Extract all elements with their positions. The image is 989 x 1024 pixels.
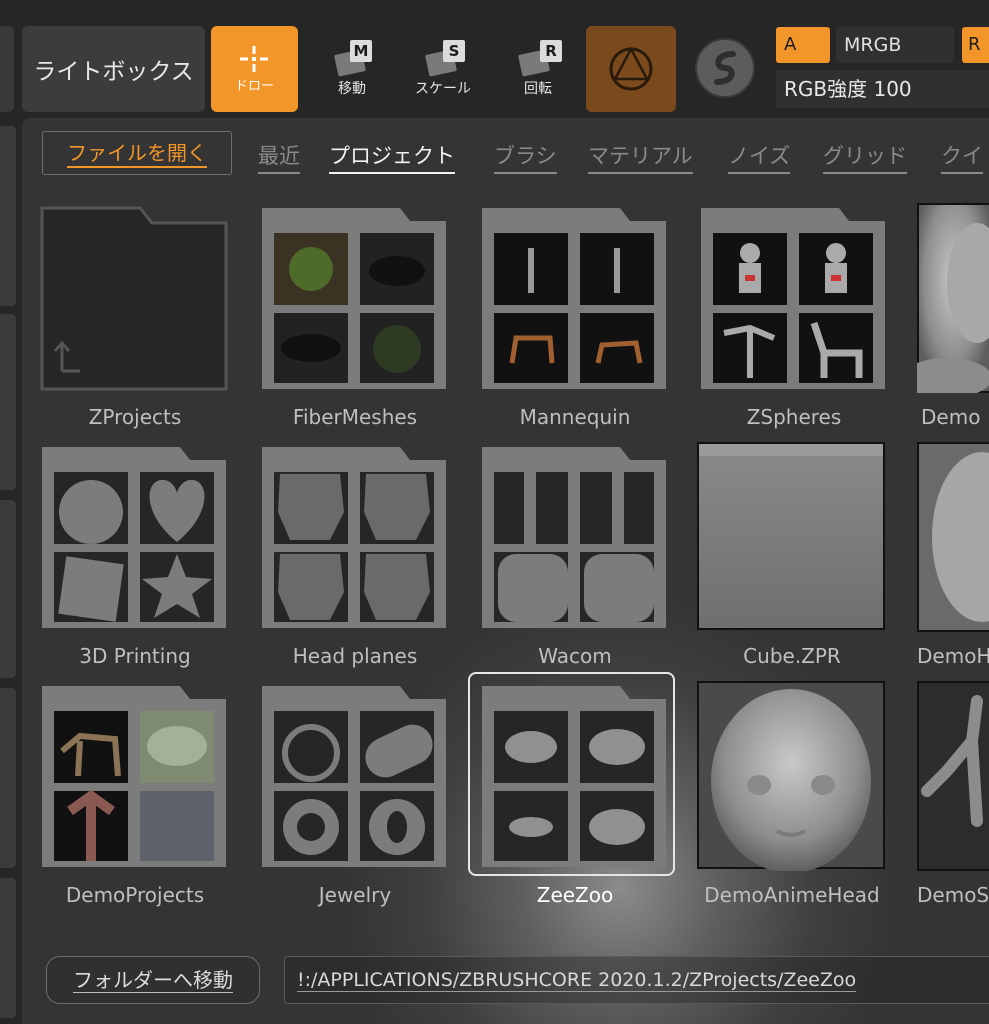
tab-materials[interactable]: マテリアル — [588, 140, 693, 174]
head-thumbnail — [917, 442, 989, 632]
scale-button-label: スケール — [415, 81, 471, 97]
folder-icon — [42, 447, 226, 628]
item-name: Mannequin — [519, 405, 631, 429]
go-to-folder-label: フォルダーへ移動 — [73, 968, 233, 993]
left-strip-segment[interactable] — [0, 126, 16, 306]
item-name: 3D Printing — [79, 644, 191, 668]
top-toolbar: ライトボックス ドロー M 移動 S スケール R 回転 A MRGB R RG… — [0, 0, 989, 118]
scale-button[interactable]: S スケール — [403, 36, 483, 102]
lightbox-button-label: ライトボックス — [33, 59, 194, 85]
sphere-s-icon — [695, 38, 755, 98]
item-head-planes[interactable]: Head planes — [260, 442, 450, 678]
move-key-badge: M — [350, 40, 372, 62]
current-path-field[interactable]: !:/APPLICATIONS/ZBRUSHCORE 2020.1.2/ZPro… — [284, 956, 989, 1004]
go-to-folder-button[interactable]: フォルダーへ移動 — [46, 956, 260, 1004]
item-name: DemoProjects — [65, 883, 205, 907]
folder-icon — [262, 447, 446, 628]
folder-icon — [482, 686, 666, 867]
folder-icon — [482, 208, 666, 389]
head-thumbnail — [917, 203, 989, 393]
item-demos[interactable]: DemoS — [917, 681, 989, 917]
draw-button-label: ドロー — [234, 79, 274, 94]
material-button[interactable] — [586, 26, 676, 112]
item-demoanimehead[interactable]: DemoAnimeHead — [697, 681, 887, 917]
material-sphere-icon — [609, 46, 653, 91]
folder-icon — [701, 208, 885, 389]
rotate-button[interactable]: R 回転 — [498, 36, 578, 102]
a-toggle-button[interactable]: A — [776, 27, 830, 63]
item-zspheres[interactable]: ZSpheres — [699, 203, 889, 439]
open-file-label: ファイルを開く — [67, 141, 207, 168]
rotate-button-label: 回転 — [524, 81, 552, 97]
brush-sphere-button[interactable] — [693, 36, 757, 100]
item-name: Head planes — [292, 644, 418, 668]
left-side-strip — [0, 118, 22, 1024]
left-strip-segment[interactable] — [0, 314, 16, 490]
item-name: Jewelry — [318, 883, 392, 907]
tab-projects[interactable]: プロジェクト — [329, 140, 455, 174]
item-demoh[interactable]: DemoH — [917, 442, 989, 678]
item-name: ZeeZoo — [536, 883, 614, 907]
current-path-text: !:/APPLICATIONS/ZBRUSHCORE 2020.1.2/ZPro… — [297, 969, 857, 992]
rotate-key-badge: R — [540, 40, 562, 62]
folder-icon — [42, 686, 226, 867]
item-wacom[interactable]: Wacom — [480, 442, 670, 678]
item-3d-printing[interactable]: 3D Printing — [40, 442, 230, 678]
item-name: Wacom — [538, 644, 612, 668]
item-name: Demo — [921, 405, 981, 429]
toolbar-left-stub[interactable] — [0, 26, 14, 112]
move-button[interactable]: M 移動 — [312, 36, 392, 102]
left-strip-segment[interactable] — [0, 878, 16, 1018]
item-fibermeshes[interactable]: FiberMeshes — [260, 203, 450, 439]
item-zprojects[interactable]: ZProjects — [40, 203, 230, 439]
item-demo[interactable]: Demo — [917, 203, 989, 439]
folder-icon — [40, 206, 228, 391]
scale-key-badge: S — [443, 40, 465, 62]
item-name: ZSpheres — [746, 405, 842, 429]
item-name: DemoS — [917, 883, 989, 907]
move-button-label: 移動 — [338, 81, 366, 97]
item-name: DemoH — [917, 644, 989, 668]
left-strip-segment[interactable] — [0, 500, 16, 678]
item-jewelry[interactable]: Jewelry — [260, 681, 450, 917]
tab-grid[interactable]: グリッド — [823, 140, 907, 174]
tab-noise[interactable]: ノイズ — [728, 140, 791, 174]
folder-icon — [262, 208, 446, 389]
cube-thumbnail — [697, 442, 885, 630]
head-thumbnail — [697, 681, 885, 871]
item-name: ZProjects — [88, 405, 182, 429]
item-cube-zpr[interactable]: Cube.ZPR — [697, 442, 887, 678]
left-strip-segment[interactable] — [0, 688, 16, 868]
mrgb-button[interactable]: MRGB — [836, 27, 954, 63]
tab-brushes[interactable]: ブラシ — [494, 140, 557, 174]
item-mannequin[interactable]: Mannequin — [480, 203, 670, 439]
open-file-button[interactable]: ファイルを開く — [42, 131, 232, 175]
r-toggle-button[interactable]: R — [962, 27, 989, 63]
folder-icon — [262, 686, 446, 867]
item-name: DemoAnimeHead — [704, 883, 880, 907]
tab-recent[interactable]: 最近 — [258, 140, 300, 174]
folder-icon — [482, 447, 666, 628]
lightbox-button[interactable]: ライトボックス — [22, 26, 205, 112]
item-name: Cube.ZPR — [743, 644, 841, 668]
body-thumbnail — [917, 681, 989, 871]
item-demoprojects[interactable]: DemoProjects — [40, 681, 230, 917]
draw-button[interactable]: ドロー — [211, 26, 298, 112]
item-name: FiberMeshes — [292, 405, 418, 429]
rgb-intensity-slider[interactable]: RGB強度 100 — [776, 70, 989, 108]
tab-quick[interactable]: クイ — [941, 140, 983, 174]
item-zeezoo[interactable]: ZeeZoo — [480, 681, 670, 917]
